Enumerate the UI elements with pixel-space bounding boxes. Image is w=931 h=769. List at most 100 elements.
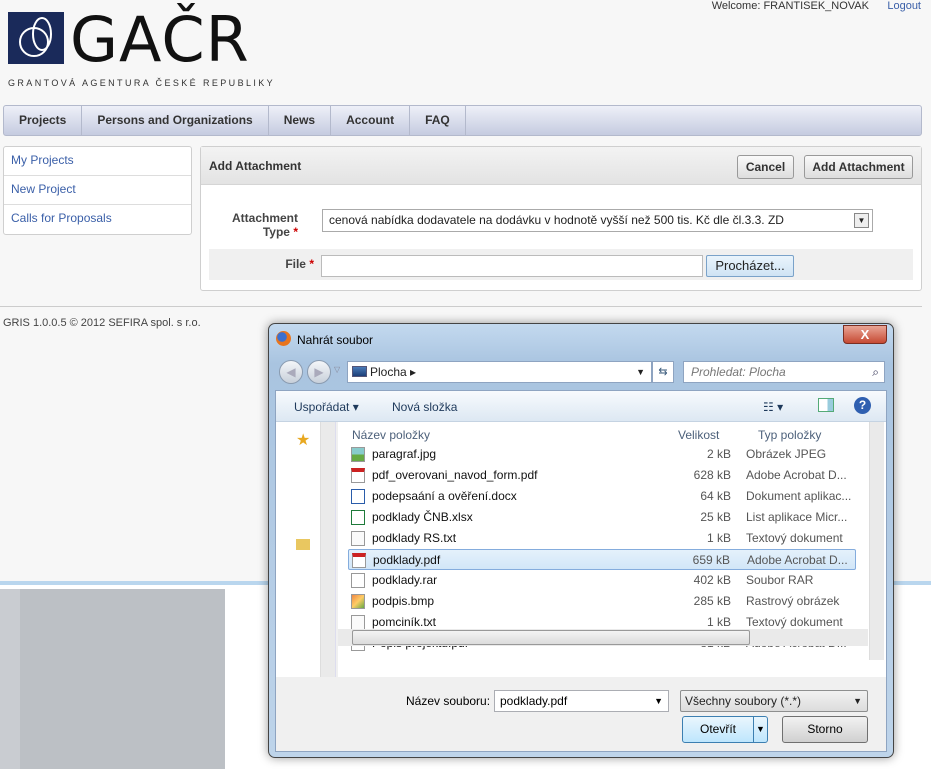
sidebar: My Projects New Project Calls for Propos…: [3, 146, 192, 235]
file-size: 1 kB: [706, 531, 731, 545]
dialog-toolbar: Uspořádat ▾ Nová složka ☷ ▾ ?: [276, 391, 886, 422]
file-type-select[interactable]: Všechny soubory (*.*) ▼: [680, 690, 868, 712]
preview-pane-icon[interactable]: [818, 398, 834, 412]
file-name: paragraf.jpg: [372, 447, 437, 461]
file-type: Obrázek JPEG: [746, 447, 827, 461]
view-options-icon[interactable]: ☷ ▾: [763, 400, 783, 414]
file-row[interactable]: pdf_overovani_navod_form.pdf 628 kB Adobe …: [348, 465, 856, 486]
file-name: podklady ČNB.xlsx: [372, 510, 473, 524]
firefox-icon: [276, 331, 291, 346]
close-button[interactable]: X: [843, 325, 887, 344]
cancel-button[interactable]: Cancel: [737, 155, 794, 179]
add-attachment-button[interactable]: Add Attachment: [804, 155, 913, 179]
new-folder-button[interactable]: Nová složka: [392, 400, 457, 414]
file-upload-dialog: Nahrát soubor X ◀ ▶ ▽ Plocha ▸ ▼ ⇆ Prohle…: [268, 323, 894, 758]
file-type: Adobe Acrobat D...: [746, 468, 847, 482]
attachment-type-select[interactable]: cenová nabídka dodavatele na dodávku v h…: [322, 209, 873, 232]
sidebar-item-new-project[interactable]: New Project: [4, 176, 191, 205]
file-size: 285 kB: [693, 594, 731, 608]
footer-divider: [0, 306, 922, 307]
file-label: File *: [285, 257, 314, 271]
libraries-icon[interactable]: [296, 539, 310, 550]
forward-button[interactable]: ▶: [307, 360, 331, 384]
file-file-icon: [351, 573, 365, 588]
browse-button[interactable]: Procházet...: [706, 255, 794, 277]
nav-news[interactable]: News: [269, 106, 332, 135]
file-size: 64 kB: [700, 489, 731, 503]
dialog-title: Nahrát soubor: [297, 333, 374, 347]
text-file-icon: [351, 615, 365, 630]
logout-link[interactable]: Logout: [887, 0, 921, 12]
excel-file-icon: [351, 510, 365, 525]
file-row[interactable]: podepsaání a ověření.docx 64 kB Dokument a…: [348, 486, 856, 507]
file-type: Rastrový obrázek: [746, 594, 840, 608]
open-button[interactable]: Otevřít ▼: [682, 716, 768, 743]
search-icon: ⌕: [872, 365, 879, 379]
favorites-star-icon[interactable]: ★: [296, 430, 310, 450]
file-name: podepsaání a ověření.docx: [372, 489, 517, 503]
nav-account[interactable]: Account: [331, 106, 411, 135]
logo-text: GAČR: [70, 3, 250, 76]
desktop-icon: [352, 366, 367, 377]
file-name: pdf_overovani_navod_form.pdf: [372, 468, 538, 482]
file-type: List aplikace Micr...: [746, 510, 848, 524]
organize-button[interactable]: Uspořádat ▾: [294, 400, 359, 414]
sidebar-item-calls[interactable]: Calls for Proposals: [4, 205, 191, 234]
chevron-down-icon: ▼: [654, 696, 663, 706]
chevron-down-icon: ▼: [854, 213, 869, 228]
address-bar[interactable]: Plocha ▸ ▼: [347, 361, 652, 383]
file-row[interactable]: podklady RS.txt 1 kB Textový dokument: [348, 528, 856, 549]
nav-persons-organizations[interactable]: Persons and Organizations: [82, 106, 269, 135]
main-nav: Projects Persons and Organizations News …: [3, 105, 922, 136]
background-area: [0, 589, 20, 769]
logo-mark-icon: [8, 12, 64, 64]
footer-text: GRIS 1.0.0.5 © 2012 SEFIRA spol. s r.o.: [3, 317, 201, 329]
file-name: podklady.rar: [372, 573, 438, 587]
file-row[interactable]: podklady ČNB.xlsx 25 kB List aplikace Micr…: [348, 507, 856, 528]
history-dropdown-icon[interactable]: ▽: [334, 365, 340, 374]
word-file-icon: [351, 489, 365, 504]
logo-subtitle: GRANTOVÁ AGENTURA ČESKÉ REPUBLIKY: [8, 78, 276, 88]
chevron-down-icon: ▼: [853, 696, 862, 706]
back-button[interactable]: ◀: [279, 360, 303, 384]
image-file-icon: [351, 447, 365, 462]
sidebar-item-my-projects[interactable]: My Projects: [4, 147, 191, 176]
nav-projects[interactable]: Projects: [4, 106, 83, 135]
column-type[interactable]: Typ položky: [758, 428, 821, 442]
file-type: Soubor RAR: [746, 573, 814, 587]
file-row[interactable]: podpis.bmp 285 kB Rastrový obrázek: [348, 591, 856, 612]
file-type: Adobe Acrobat D...: [747, 553, 848, 567]
column-name[interactable]: Název položky: [352, 428, 430, 442]
chevron-down-icon: ▼: [636, 367, 645, 377]
file-size: 659 kB: [692, 553, 730, 567]
file-row[interactable]: paragraf.jpg 2 kB Obrázek JPEG: [348, 444, 856, 465]
panel-title: Add Attachment: [209, 159, 302, 173]
file-input[interactable]: [321, 255, 703, 277]
column-size[interactable]: Velikost: [678, 428, 719, 442]
welcome-text: Welcome: FRANTISEK_NOVAK: [711, 0, 869, 12]
file-name: podklady.pdf: [373, 553, 441, 567]
help-icon[interactable]: ?: [854, 397, 871, 414]
horizontal-scrollbar[interactable]: [338, 629, 868, 646]
text-file-icon: [351, 531, 365, 546]
file-name: podklady RS.txt: [372, 531, 457, 545]
file-row[interactable]: podklady.rar 402 kB Soubor RAR: [348, 570, 856, 591]
bitmap-file-icon: [351, 594, 365, 609]
navigation-pane: ★: [276, 422, 336, 677]
file-type: Dokument aplikac...: [746, 489, 852, 503]
refresh-button[interactable]: ⇆: [652, 361, 674, 383]
search-input[interactable]: Prohledat: Plocha ⌕: [683, 361, 885, 383]
nav-scrollbar[interactable]: [320, 422, 335, 677]
file-size: 402 kB: [693, 573, 731, 587]
file-name: podpis.bmp: [372, 594, 435, 608]
nav-faq[interactable]: FAQ: [410, 106, 466, 135]
file-list-scrollbar[interactable]: [869, 422, 884, 660]
pdf-file-icon: [351, 468, 365, 483]
pdf-file-icon: [352, 553, 366, 568]
filename-input[interactable]: podklady.pdf ▼: [494, 690, 669, 712]
cancel-dialog-button[interactable]: Storno: [782, 716, 868, 743]
file-type: Textový dokument: [746, 531, 843, 545]
file-row[interactable]: podklady.pdf 659 kB Adobe Acrobat D...: [348, 549, 856, 570]
file-size: 2 kB: [706, 447, 731, 461]
file-size: 25 kB: [700, 510, 731, 524]
